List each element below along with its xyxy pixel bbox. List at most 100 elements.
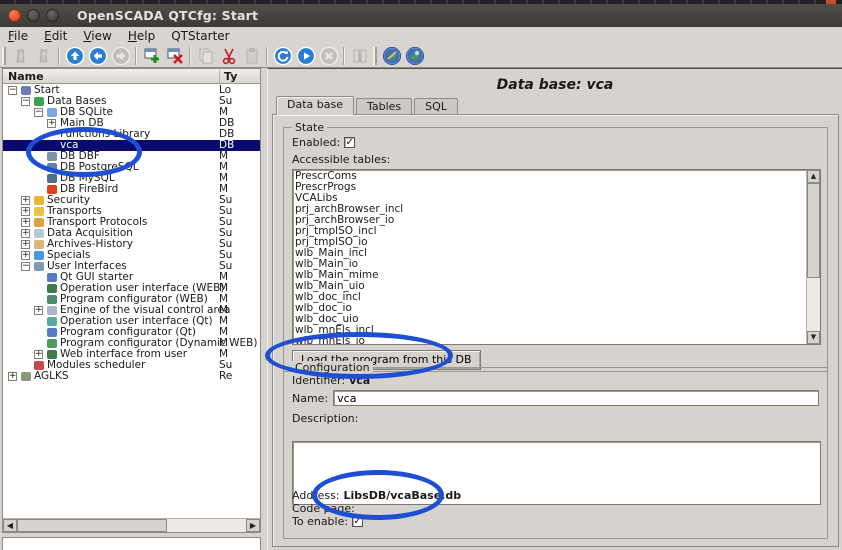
close-icon[interactable]: [8, 9, 21, 22]
expand-icon[interactable]: +: [8, 372, 17, 381]
list-item[interactable]: wlb_doc_incl: [295, 292, 804, 303]
tree-item-type: M: [219, 305, 260, 316]
name-input[interactable]: [333, 390, 819, 406]
collapse-icon[interactable]: −: [8, 86, 17, 95]
enabled-checkbox[interactable]: ✓: [344, 137, 355, 148]
tree-horizontal-scrollbar[interactable]: ◀ ▶: [3, 518, 260, 532]
name-label: Name:: [292, 392, 328, 405]
tree-item-type: Su: [219, 206, 260, 217]
tree-item-type: Su: [219, 261, 260, 272]
start-icon[interactable]: [294, 46, 317, 67]
tree-item-type: Su: [219, 96, 260, 107]
data-acquisition-icon: [34, 229, 44, 238]
modules-scheduler-icon: [34, 361, 44, 370]
tree-item-db-postgresql[interactable]: DB PostgreSQLM: [3, 162, 260, 173]
qtstarter-vision-icon[interactable]: [403, 46, 426, 67]
tree-item-specials[interactable]: +SpecialsSu: [3, 250, 260, 261]
tree-item-type: DB: [219, 140, 260, 151]
state-group-label: State: [292, 121, 327, 134]
maximize-icon[interactable]: [46, 9, 59, 22]
qtstarter-configurator-icon[interactable]: [380, 46, 403, 67]
tree-item-functions-library[interactable]: Functions LibraryDB: [3, 129, 260, 140]
tab-tables[interactable]: Tables: [356, 98, 412, 115]
collapse-icon[interactable]: −: [34, 108, 43, 117]
scroll-down-icon[interactable]: ▼: [807, 331, 820, 344]
db-dbf-icon: [47, 152, 57, 161]
expand-icon[interactable]: +: [21, 196, 30, 205]
toenable-checkbox[interactable]: ✓: [352, 516, 363, 527]
menu-edit[interactable]: Edit: [36, 28, 75, 44]
enabled-row: Enabled: ✓: [292, 136, 355, 149]
tree-item-type: DB: [219, 118, 260, 129]
toolbar-separator: [266, 47, 268, 65]
expand-icon[interactable]: +: [21, 251, 30, 260]
security-icon: [34, 196, 44, 205]
expand-icon[interactable]: +: [47, 119, 56, 128]
collapse-icon[interactable]: −: [21, 97, 30, 106]
delete-item-icon[interactable]: [163, 46, 186, 67]
tree-item-db-firebird[interactable]: DB FireBirdM: [3, 184, 260, 195]
expand-icon[interactable]: +: [34, 350, 43, 359]
list-item[interactable]: prj_tmplSO_incl: [295, 226, 804, 237]
list-item[interactable]: prj_tmplSO_io: [295, 237, 804, 248]
tab-sql[interactable]: SQL: [414, 98, 458, 115]
window-title: OpenSCADA QTCfg: Start: [77, 8, 258, 23]
refresh-icon[interactable]: [271, 46, 294, 67]
tab-data-base[interactable]: Data base: [276, 96, 354, 115]
tree-item-security[interactable]: +SecuritySu: [3, 195, 260, 206]
list-item[interactable]: wlb_mnEls_incl: [295, 325, 804, 336]
list-vertical-scrollbar[interactable]: ▲ ▼: [806, 170, 820, 344]
menu-qtstarter[interactable]: QTStarter: [163, 28, 237, 44]
list-item[interactable]: wlb_Main_mime: [295, 270, 804, 281]
expand-icon[interactable]: +: [21, 207, 30, 216]
tree-item-start[interactable]: −StartLo: [3, 85, 260, 96]
list-item[interactable]: wlb_Main_uio: [295, 281, 804, 292]
back-icon[interactable]: [86, 46, 109, 67]
qt-gui-starter-icon: [47, 273, 57, 282]
tree-item-type: Su: [219, 217, 260, 228]
scrollbar-thumb[interactable]: [17, 519, 167, 532]
toolbar-handle[interactable]: [2, 47, 6, 65]
tree-item-vca[interactable]: vcaDB: [3, 140, 260, 151]
collapse-icon[interactable]: −: [21, 262, 30, 271]
identifier-label: Identifier:: [292, 374, 345, 387]
scroll-right-icon[interactable]: ▶: [246, 519, 260, 532]
list-item[interactable]: PrescrComs: [295, 171, 804, 182]
list-item[interactable]: wlb_doc_io: [295, 303, 804, 314]
menu-help[interactable]: Help: [120, 28, 163, 44]
tree-item-db-sqlite[interactable]: −DB SQLiteM: [3, 107, 260, 118]
minimize-icon[interactable]: [27, 9, 40, 22]
expand-icon[interactable]: +: [21, 218, 30, 227]
scroll-left-icon[interactable]: ◀: [3, 519, 17, 532]
expand-icon[interactable]: +: [21, 229, 30, 238]
list-item[interactable]: wlb_mnEls_io: [295, 336, 804, 345]
accessible-tables-row: Accessible tables:: [292, 153, 390, 166]
menu-file[interactable]: File: [0, 28, 36, 44]
tree-item-type: Re: [219, 371, 260, 382]
name-row: Name:: [292, 390, 819, 406]
tree-item-db-mysql[interactable]: DB MySQLM: [3, 173, 260, 184]
description-label: Description:: [292, 412, 358, 425]
tree-item-type: M: [219, 316, 260, 327]
tree-item-type: M: [219, 107, 260, 118]
tree-item-data-bases[interactable]: −Data BasesSu: [3, 96, 260, 107]
expand-icon[interactable]: +: [34, 306, 43, 315]
menu-view[interactable]: View: [75, 28, 119, 44]
list-item[interactable]: PrescrProgs: [295, 182, 804, 193]
cut-icon[interactable]: [217, 46, 240, 67]
add-item-icon[interactable]: [140, 46, 163, 67]
scroll-up-icon[interactable]: ▲: [807, 170, 820, 183]
up-icon[interactable]: [63, 46, 86, 67]
tree-header-name[interactable]: Name: [8, 70, 44, 83]
tree-item-aglks[interactable]: +AGLKSRe: [3, 371, 260, 382]
tree-item-archives-history[interactable]: +Archives-HistorySu: [3, 239, 260, 250]
tree-header[interactable]: Name Ty: [3, 69, 260, 84]
toolbar-handle[interactable]: [373, 47, 377, 65]
address-row: Address: LibsDB/vcaBase.db: [292, 489, 461, 502]
tree-header-type[interactable]: Ty: [219, 70, 237, 84]
expand-icon[interactable]: +: [21, 240, 30, 249]
list-item[interactable]: wlb_Main_incl: [295, 248, 804, 259]
scrollbar-thumb[interactable]: [807, 183, 820, 278]
tree-item-type: DB: [219, 129, 260, 140]
accessible-tables-list[interactable]: PrescrComsPrescrProgsVCALibsprj_archBrow…: [292, 169, 821, 345]
